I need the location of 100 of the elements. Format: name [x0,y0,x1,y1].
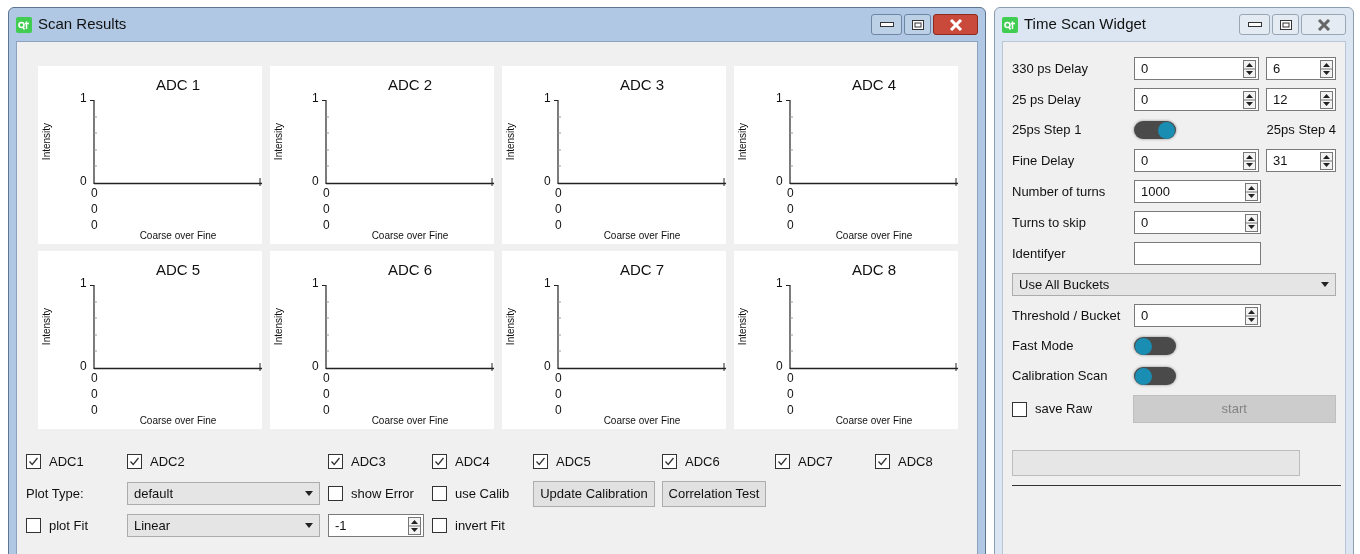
field-label: Calibration Scan [1012,367,1109,386]
x-tick-label: 0 [323,217,330,233]
window-title: Time Scan Widget [1024,14,1146,35]
spin-box[interactable]: 0 [1134,88,1260,111]
x-tick-label: 0 [555,217,562,233]
spin-arrows-icon[interactable] [1245,213,1258,232]
spin-box[interactable]: -1 [328,514,424,537]
checkmark-icon [434,456,445,467]
toggle-switch[interactable] [1134,121,1176,139]
checkbox[interactable] [533,454,548,469]
maximize-icon [1279,19,1292,30]
spin-arrows-icon[interactable] [1243,151,1257,170]
dropdown[interactable]: Linear [127,514,320,537]
checkbox[interactable] [127,454,142,469]
spin-arrows-icon[interactable] [1243,90,1257,109]
plot-title: ADC 7 [618,260,666,280]
checkbox[interactable] [432,518,447,533]
x-tick-label: 0 [787,201,794,217]
field-label: Turns to skip [1012,213,1087,232]
y-tick-label: 1 [80,277,87,289]
field-label: Fast Mode [1012,337,1075,356]
spin-arrows-icon[interactable] [408,516,421,535]
checkbox-label: ADC6 [685,452,720,471]
minimize-icon [879,22,894,27]
checkbox-label: ADC4 [455,452,490,471]
x-tick-label: 0 [91,386,98,402]
toggle-switch[interactable] [1134,337,1176,355]
toggle-switch[interactable] [1134,367,1176,385]
spin-box[interactable]: 0 [1134,211,1261,234]
maximize-button[interactable] [904,14,931,35]
checkbox[interactable] [26,454,41,469]
text-field[interactable] [1134,242,1261,265]
checkmark-icon [777,456,788,467]
x-axis-label: Coarse over Fine [602,416,682,426]
x-tick-label: 0 [787,402,794,418]
y-tick-label: 1 [312,92,319,104]
checkbox[interactable] [432,486,447,501]
checkbox[interactable] [432,454,447,469]
close-button[interactable] [933,14,978,35]
checkbox[interactable] [775,454,790,469]
x-tick-label: 0 [91,370,98,386]
checkbox[interactable] [26,518,41,533]
caret-icon [305,523,313,528]
spin-value: 0 [1141,151,1149,170]
y-tick-label: 0 [80,175,87,187]
x-axis-label: Coarse over Fine [138,231,218,241]
spin-value: 12 [1273,90,1288,109]
spin-value: 0 [1141,306,1149,325]
spin-box[interactable]: 0 [1134,149,1260,172]
close-icon [1316,18,1331,31]
dropdown[interactable]: Use All Buckets [1012,273,1336,296]
spin-arrows-icon[interactable] [1245,306,1258,325]
field-label: Threshold / Bucket [1012,306,1122,325]
spin-box[interactable]: 0 [1134,57,1260,80]
x-tick-label: 0 [555,185,562,201]
x-axis-label: Coarse over Fine [370,231,450,241]
plot-type-label: Plot Type: [26,485,84,501]
spin-arrows-icon[interactable] [1243,59,1257,78]
spin-arrows-icon[interactable] [1320,59,1333,78]
x-tick-label: 0 [555,201,562,217]
checkbox[interactable] [328,454,343,469]
x-tick-label: 0 [91,201,98,217]
field-label: 330 ps Delay [1012,59,1089,78]
minimize-button[interactable] [1239,14,1270,35]
spin-box[interactable]: 12 [1266,88,1336,111]
checkbox-label: plot Fit [49,516,88,535]
correlation-test-button[interactable]: Correlation Test [662,480,766,507]
maximize-button[interactable] [1272,14,1299,35]
spin-box[interactable]: 1000 [1134,180,1261,203]
checkbox-label: ADC3 [351,452,386,471]
checkbox[interactable] [328,486,343,501]
y-tick-label: 1 [544,92,551,104]
minimize-button[interactable] [871,14,902,35]
checkbox-label: ADC7 [798,452,833,471]
spin-value: 0 [1141,90,1149,109]
close-button[interactable] [1301,14,1346,35]
checkbox[interactable] [875,454,890,469]
spin-box[interactable]: 31 [1266,149,1336,172]
app-logo-icon [16,16,32,33]
spin-arrows-icon[interactable] [1320,90,1333,109]
y-axis-label: Intensity [271,306,285,348]
spin-arrows-icon[interactable] [1245,182,1258,201]
y-tick-label: 0 [544,360,551,372]
spin-box[interactable]: 0 [1134,304,1261,327]
y-tick-label: 1 [80,92,87,104]
y-tick-label: 1 [776,92,783,104]
y-tick-label: 1 [312,277,319,289]
y-axis-label: Intensity [735,121,749,163]
y-axis-label: Intensity [503,306,517,348]
update-calibration-button[interactable]: Update Calibration [533,480,655,507]
x-axis-label: Coarse over Fine [602,231,682,241]
x-axis-label: Coarse over Fine [138,416,218,426]
field-label: 25 ps Delay [1012,90,1082,109]
plot-title: ADC 4 [850,75,898,95]
dropdown[interactable]: default [127,482,320,505]
checkbox[interactable] [662,454,677,469]
spin-arrows-icon[interactable] [1320,151,1333,170]
maximize-icon [911,19,924,30]
spin-box[interactable]: 6 [1266,57,1336,80]
y-tick-label: 0 [776,360,783,372]
